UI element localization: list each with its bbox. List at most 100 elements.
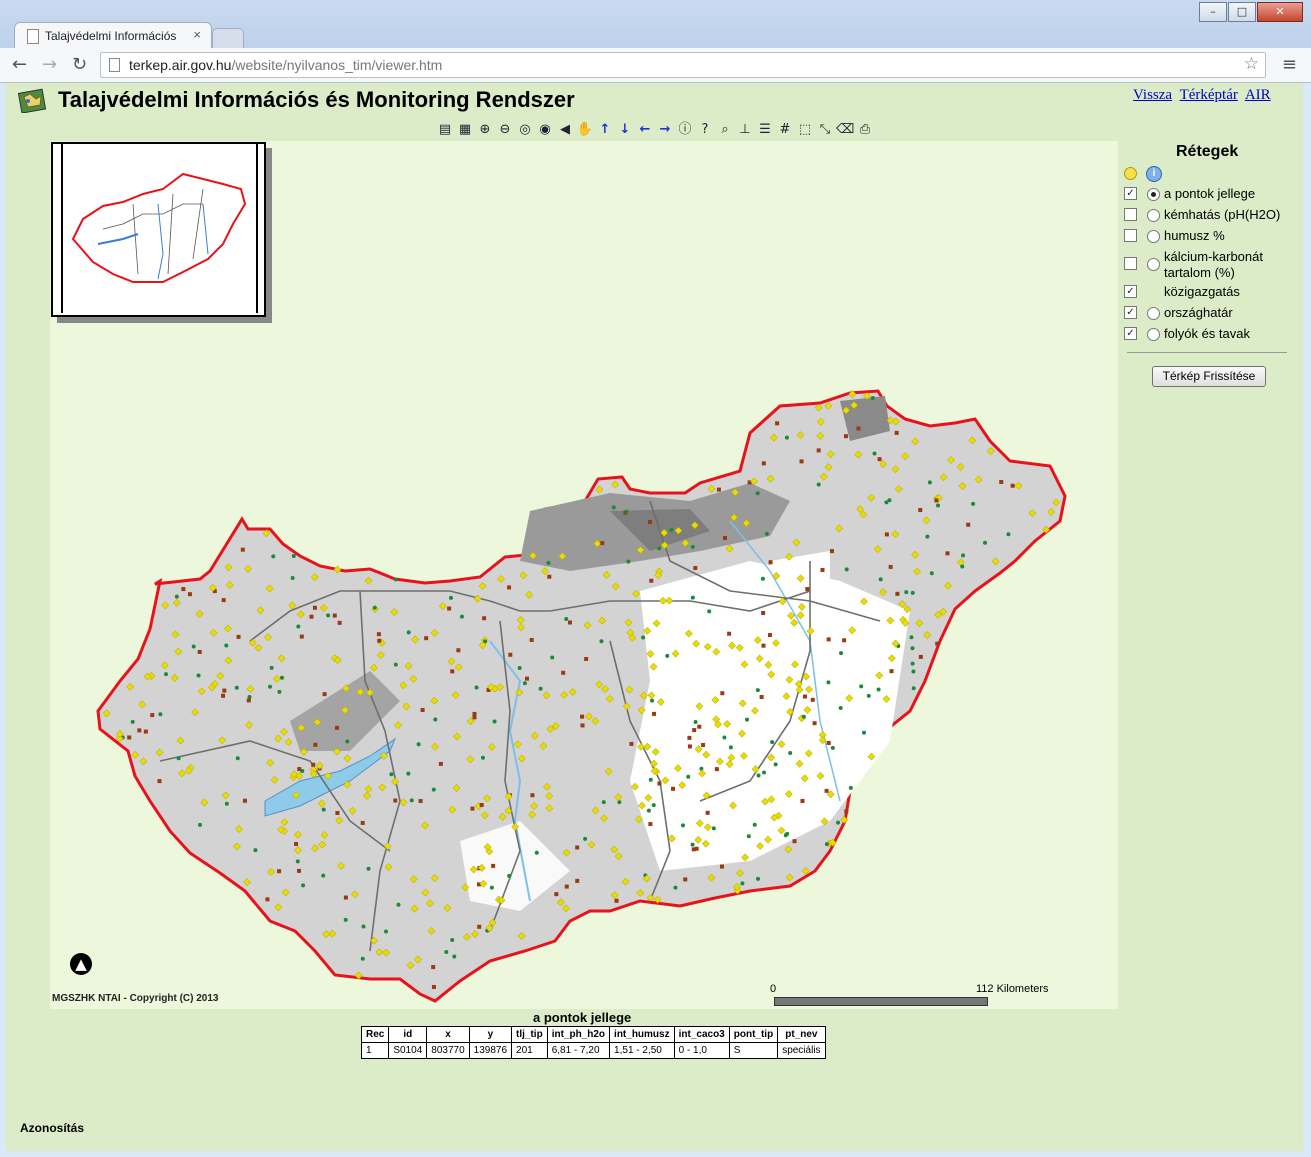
- layer-active-radio[interactable]: [1147, 307, 1160, 320]
- set-units-icon[interactable]: ☰: [756, 121, 774, 138]
- sample-point: [746, 834, 751, 839]
- browser-tab[interactable]: Talajvédelmi Információs ×: [14, 22, 212, 49]
- sample-point: [143, 729, 148, 734]
- sample-point: [844, 567, 849, 572]
- layer-active-radio[interactable]: [1147, 230, 1160, 243]
- sample-point: [546, 560, 551, 565]
- sample-point: [301, 883, 306, 888]
- pan-north-icon[interactable]: ↑: [596, 121, 614, 138]
- sample-point: [366, 866, 371, 871]
- pan-icon[interactable]: ✋: [576, 121, 594, 138]
- sample-point: [456, 648, 461, 653]
- sample-point: [547, 574, 552, 579]
- bookmark-star-icon[interactable]: ☆: [1244, 54, 1259, 74]
- toc-icon[interactable]: ▤: [436, 121, 454, 138]
- link-air[interactable]: AIR: [1245, 87, 1271, 103]
- identify-icon[interactable]: ⓘ: [676, 121, 694, 138]
- back-arrow-icon[interactable]: ←: [12, 54, 27, 75]
- sample-point: [599, 639, 604, 644]
- table-header-row: Rec id x y tlj_tip int_ph_h2o int_humusz…: [360, 1026, 826, 1043]
- layer-active-radio[interactable]: [1147, 328, 1160, 341]
- sample-point: [480, 755, 485, 760]
- sample-point: [683, 877, 688, 882]
- layer-visible-checkbox[interactable]: ✓: [1124, 327, 1137, 340]
- sample-point: [648, 520, 653, 525]
- full-extent-icon[interactable]: ◎: [516, 121, 534, 138]
- zoom-active-icon[interactable]: ◉: [536, 121, 554, 138]
- sample-point: [909, 635, 914, 640]
- column-header: x: [426, 1026, 470, 1043]
- hungary-soil-map: [96, 389, 1067, 1003]
- forward-arrow-icon[interactable]: →: [42, 54, 57, 75]
- layer-active-radio[interactable]: [1147, 258, 1160, 271]
- query-icon[interactable]: ?: [696, 121, 714, 138]
- link-terkeptar[interactable]: Térképtár: [1180, 87, 1238, 103]
- tab-close-icon[interactable]: ×: [193, 27, 201, 42]
- sample-point: [687, 744, 692, 749]
- layer-label: folyók és tavak: [1164, 326, 1250, 341]
- map-view[interactable]: ▲ MGSZHK NTAI - Copyright (C) 2013 0 112…: [50, 141, 1118, 1009]
- minimize-icon[interactable]: –: [1199, 2, 1227, 22]
- previous-extent-icon[interactable]: ◀: [556, 121, 574, 138]
- sample-point: [313, 742, 318, 747]
- sample-point: [492, 719, 497, 724]
- sample-point: [911, 686, 916, 691]
- zoom-out-icon[interactable]: ⊖: [496, 121, 514, 138]
- pan-east-icon[interactable]: →: [656, 121, 674, 138]
- browser-menu-icon[interactable]: ≡: [1282, 54, 1297, 75]
- table-row[interactable]: 1 S0104 803770 139876 201 6,81 - 7,20 1,…: [360, 1042, 826, 1059]
- refresh-map-button[interactable]: Térkép Frissítése: [1152, 366, 1266, 387]
- sample-point: [567, 620, 572, 625]
- buffer-icon[interactable]: #: [776, 121, 794, 138]
- legend-icon[interactable]: ▦: [456, 121, 474, 138]
- layer-visible-checkbox[interactable]: [1124, 208, 1137, 221]
- maximize-icon[interactable]: □: [1228, 2, 1256, 22]
- layer-visible-checkbox[interactable]: ✓: [1124, 187, 1137, 200]
- sample-point: [983, 540, 988, 545]
- top-links: Vissza Térképtár AIR: [1133, 87, 1275, 104]
- select-by-line-icon[interactable]: ⤡: [816, 121, 834, 138]
- measure-icon[interactable]: ⊥: [736, 121, 754, 138]
- layer-visible-checkbox[interactable]: [1124, 229, 1137, 242]
- sample-point: [1006, 532, 1011, 537]
- sample-point: [829, 549, 834, 554]
- sample-point: [431, 787, 436, 792]
- address-bar[interactable]: terkep.air.gov.hu/website/nyilvanos_tim/…: [100, 52, 1266, 78]
- layer-visible-checkbox[interactable]: [1124, 257, 1137, 270]
- link-vissza[interactable]: Vissza: [1133, 87, 1172, 103]
- zoom-in-icon[interactable]: ⊕: [476, 121, 494, 138]
- layer-active-radio[interactable]: [1147, 188, 1160, 201]
- sample-point: [866, 693, 871, 698]
- table-cell: 139876: [468, 1042, 513, 1059]
- sample-point: [824, 842, 829, 847]
- table-cell: 1,51 - 2,50: [609, 1042, 675, 1059]
- sample-point: [222, 688, 227, 693]
- sample-point: [690, 544, 695, 549]
- clear-selection-icon[interactable]: ⌫: [836, 121, 854, 138]
- sample-point: [761, 643, 766, 648]
- sample-point: [157, 779, 162, 784]
- print-icon[interactable]: ⎙: [856, 121, 874, 138]
- reload-icon[interactable]: ↻: [72, 54, 87, 75]
- overview-map[interactable]: [51, 142, 266, 317]
- sample-point: [671, 786, 676, 791]
- pan-south-icon[interactable]: ↓: [616, 121, 634, 138]
- sample-point: [508, 652, 513, 657]
- layer-active-radio[interactable]: [1147, 209, 1160, 222]
- pan-west-icon[interactable]: ←: [636, 121, 654, 138]
- sample-point: [690, 842, 695, 847]
- layer-visible-checkbox[interactable]: ✓: [1124, 285, 1137, 298]
- layer-visible-checkbox[interactable]: ✓: [1124, 306, 1137, 319]
- new-tab-button[interactable]: [212, 28, 244, 49]
- sample-point: [935, 641, 940, 646]
- sample-point: [805, 587, 810, 592]
- close-window-icon[interactable]: ✕: [1257, 2, 1303, 22]
- find-icon[interactable]: ⌕: [716, 121, 734, 138]
- sample-point: [693, 720, 698, 725]
- sample-point: [277, 689, 282, 694]
- select-rectangle-icon[interactable]: ⬚: [796, 121, 814, 138]
- sample-point: [296, 868, 301, 873]
- layer-label: humusz %: [1164, 228, 1225, 243]
- sample-point: [918, 654, 923, 659]
- sample-point: [431, 965, 436, 970]
